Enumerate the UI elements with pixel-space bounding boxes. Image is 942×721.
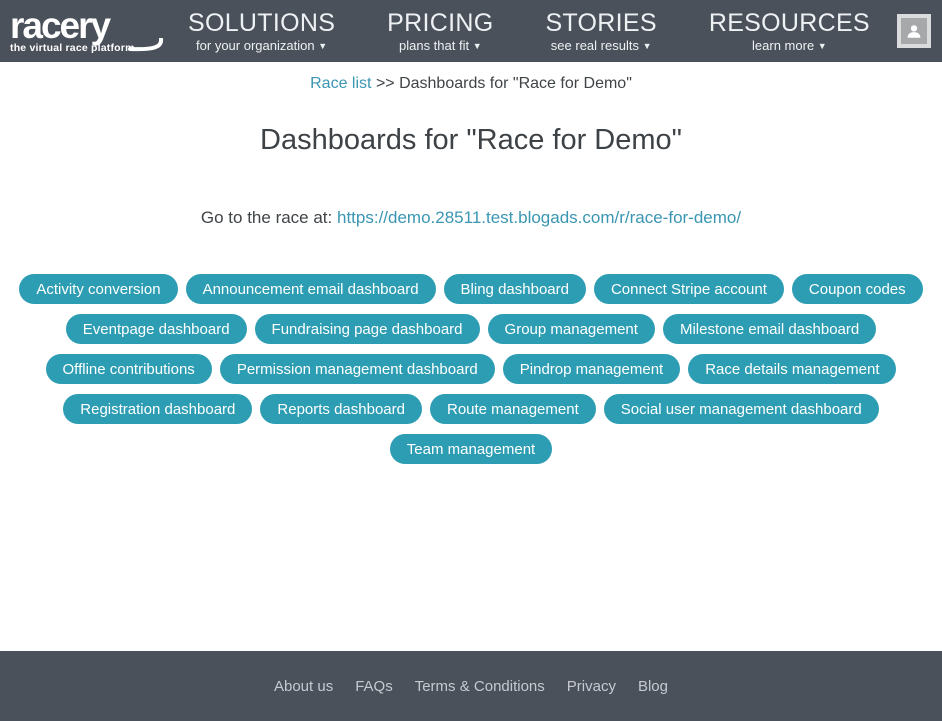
nav-item-sublabel-text: for your organization [196, 38, 315, 53]
footer-link-privacy[interactable]: Privacy [567, 678, 616, 695]
footer-link-terms-conditions[interactable]: Terms & Conditions [415, 678, 545, 695]
breadcrumb: Race list >> Dashboards for "Race for De… [0, 62, 942, 93]
nav-item-sublabel: plans that fit ▼ [387, 38, 493, 53]
footer-link-blog[interactable]: Blog [638, 678, 668, 695]
footer-link-faqs[interactable]: FAQs [355, 678, 393, 695]
dashboard-button-milestone-email-dashboard[interactable]: Milestone email dashboard [663, 314, 876, 344]
main-nav: SOLUTIONSfor your organization ▼PRICINGp… [188, 9, 870, 54]
dashboard-button-race-details-management[interactable]: Race details management [688, 354, 896, 384]
nav-item-sublabel: see real results ▼ [545, 38, 656, 53]
chevron-down-icon: ▼ [643, 41, 652, 51]
logo-swoosh-icon [128, 38, 164, 54]
nav-item-resources[interactable]: RESOURCESlearn more ▼ [709, 9, 870, 54]
dashboard-button-coupon-codes[interactable]: Coupon codes [792, 274, 923, 304]
dashboard-button-team-management[interactable]: Team management [390, 434, 552, 464]
nav-item-sublabel-text: see real results [551, 38, 639, 53]
nav-item-pricing[interactable]: PRICINGplans that fit ▼ [387, 9, 493, 54]
dashboard-button-registration-dashboard[interactable]: Registration dashboard [63, 394, 252, 424]
dashboard-button-connect-stripe-account[interactable]: Connect Stripe account [594, 274, 784, 304]
race-link-line: Go to the race at: https://demo.28511.te… [0, 208, 942, 228]
dashboard-button-row: Eventpage dashboard Fundraising page dash… [66, 314, 876, 344]
top-navbar: racery the virtual race platform SOLUTIO… [0, 0, 942, 62]
dashboard-button-eventpage-dashboard[interactable]: Eventpage dashboard [66, 314, 247, 344]
dashboard-buttons: Activity conversion Announcement email da… [0, 274, 942, 464]
user-avatar-icon [901, 18, 927, 44]
dashboard-button-reports-dashboard[interactable]: Reports dashboard [260, 394, 422, 424]
dashboard-button-row: Activity conversion Announcement email da… [19, 274, 922, 304]
nav-item-sublabel: learn more ▼ [709, 38, 870, 53]
dashboard-button-pindrop-management[interactable]: Pindrop management [503, 354, 680, 384]
dashboard-button-row: Registration dashboard Reports dashboard R… [63, 394, 878, 424]
dashboard-button-bling-dashboard[interactable]: Bling dashboard [444, 274, 586, 304]
breadcrumb-current: Dashboards for "Race for Demo" [399, 75, 632, 92]
race-link-label: Go to the race at: [201, 208, 337, 227]
nav-item-label: STORIES [545, 9, 656, 38]
nav-item-label: SOLUTIONS [188, 9, 335, 38]
dashboard-button-announcement-email-dashboard[interactable]: Announcement email dashboard [186, 274, 436, 304]
dashboard-button-route-management[interactable]: Route management [430, 394, 596, 424]
footer: About us FAQs Terms & Conditions Privacy Blo… [0, 651, 942, 721]
nav-item-label: PRICING [387, 9, 493, 38]
nav-item-stories[interactable]: STORIESsee real results ▼ [545, 9, 656, 54]
nav-item-sublabel: for your organization ▼ [188, 38, 335, 53]
nav-item-label: RESOURCES [709, 9, 870, 38]
page-content: Race list >> Dashboards for "Race for De… [0, 62, 942, 651]
racery-logo[interactable]: racery the virtual race platform [10, 8, 162, 54]
user-account-button[interactable] [897, 14, 931, 48]
chevron-down-icon: ▼ [818, 41, 827, 51]
nav-item-sublabel-text: learn more [752, 38, 814, 53]
chevron-down-icon: ▼ [318, 41, 327, 51]
dashboard-button-row: Offline contributions Permission manageme… [46, 354, 897, 384]
dashboard-button-social-user-management-dashboard[interactable]: Social user management dashboard [604, 394, 879, 424]
dashboard-button-row: Team management [390, 434, 552, 464]
breadcrumb-separator: >> [376, 75, 399, 92]
dashboard-button-group-management[interactable]: Group management [488, 314, 655, 344]
dashboard-button-permission-management-dashboard[interactable]: Permission management dashboard [220, 354, 495, 384]
page-title: Dashboards for "Race for Demo" [0, 124, 942, 157]
dashboard-button-offline-contributions[interactable]: Offline contributions [46, 354, 212, 384]
race-url-link[interactable]: https://demo.28511.test.blogads.com/r/ra… [337, 208, 741, 227]
nav-item-sublabel-text: plans that fit [399, 38, 469, 53]
chevron-down-icon: ▼ [473, 41, 482, 51]
footer-link-about-us[interactable]: About us [274, 678, 333, 695]
dashboard-button-fundraising-page-dashboard[interactable]: Fundraising page dashboard [255, 314, 480, 344]
nav-item-solutions[interactable]: SOLUTIONSfor your organization ▼ [188, 9, 335, 54]
breadcrumb-race-list-link[interactable]: Race list [310, 75, 371, 92]
dashboard-button-activity-conversion[interactable]: Activity conversion [19, 274, 177, 304]
